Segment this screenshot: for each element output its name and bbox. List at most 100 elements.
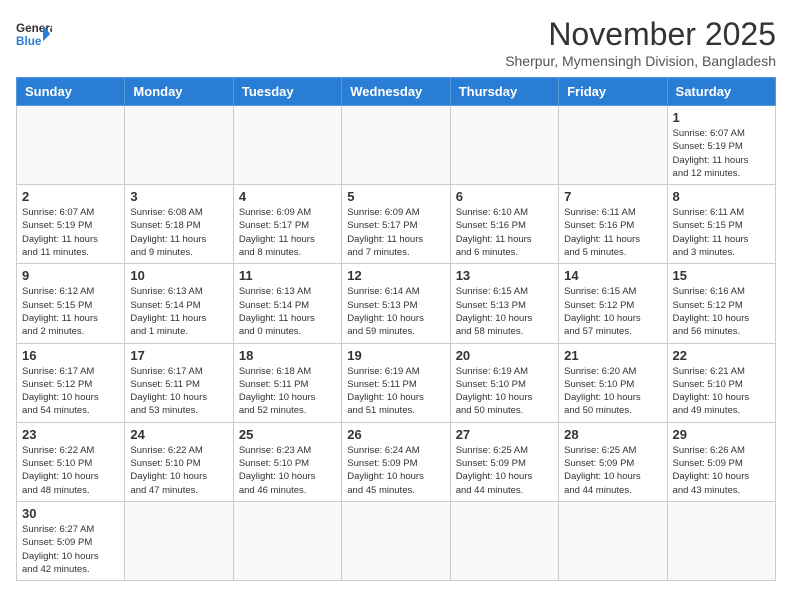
weekday-header-row: SundayMondayTuesdayWednesdayThursdayFrid… [17,78,776,106]
calendar-table: SundayMondayTuesdayWednesdayThursdayFrid… [16,77,776,581]
calendar-cell: 11Sunrise: 6:13 AM Sunset: 5:14 PM Dayli… [233,264,341,343]
day-number: 30 [22,506,119,521]
day-number: 29 [673,427,770,442]
calendar-week-row: 1Sunrise: 6:07 AM Sunset: 5:19 PM Daylig… [17,106,776,185]
day-info: Sunrise: 6:08 AM Sunset: 5:18 PM Dayligh… [130,206,227,259]
day-info: Sunrise: 6:09 AM Sunset: 5:17 PM Dayligh… [347,206,444,259]
calendar-cell: 2 Sunrise: 6:07 AM Sunset: 5:19 PM Daylig… [17,185,125,264]
calendar-cell: 15 Sunrise: 6:16 AM Sunset: 5:12 PM Dayli… [667,264,775,343]
day-info: Sunrise: 6:10 AM Sunset: 5:16 PM Dayligh… [456,206,553,259]
logo: General Blue [16,16,52,52]
day-info: Sunrise: 6:16 AM Sunset: 5:12 PM Dayligh… [673,285,770,338]
day-info: Sunrise: 6:20 AM Sunset: 5:10 PM Dayligh… [564,365,661,418]
weekday-header-wednesday: Wednesday [342,78,450,106]
day-number: 4 [239,189,336,204]
day-info: Sunrise: 6:27 AM Sunset: 5:09 PM Dayligh… [22,523,119,576]
weekday-header-sunday: Sunday [17,78,125,106]
day-info: Sunrise: 6:26 AM Sunset: 5:09 PM Dayligh… [673,444,770,497]
calendar-cell: 27Sunrise: 6:25 AM Sunset: 5:09 PM Dayli… [450,422,558,501]
day-info: Sunrise: 6:07 AM Sunset: 5:19 PM Dayligh… [22,206,119,259]
calendar-cell [450,106,558,185]
day-info: Sunrise: 6:22 AM Sunset: 5:10 PM Dayligh… [130,444,227,497]
calendar-cell: 24 Sunrise: 6:22 AM Sunset: 5:10 PM Dayli… [125,422,233,501]
calendar-cell: 23Sunrise: 6:22 AM Sunset: 5:10 PM Dayli… [17,422,125,501]
day-info: Sunrise: 6:13 AM Sunset: 5:14 PM Dayligh… [130,285,227,338]
day-number: 8 [673,189,770,204]
day-info: Sunrise: 6:19 AM Sunset: 5:10 PM Dayligh… [456,365,553,418]
weekday-header-thursday: Thursday [450,78,558,106]
day-info: Sunrise: 6:24 AM Sunset: 5:09 PM Dayligh… [347,444,444,497]
calendar-cell: 19Sunrise: 6:19 AM Sunset: 5:11 PM Dayli… [342,343,450,422]
day-number: 17 [130,348,227,363]
calendar-cell: 22Sunrise: 6:21 AM Sunset: 5:10 PM Dayli… [667,343,775,422]
calendar-cell [342,501,450,580]
calendar-cell: 12 Sunrise: 6:14 AM Sunset: 5:13 PM Dayli… [342,264,450,343]
day-number: 11 [239,268,336,283]
calendar-cell [559,106,667,185]
calendar-cell: 5 Sunrise: 6:09 AM Sunset: 5:17 PM Daylig… [342,185,450,264]
page-header: General Blue November 2025 Sherpur, Myme… [16,16,776,69]
calendar-cell [125,501,233,580]
day-number: 27 [456,427,553,442]
calendar-cell: 14Sunrise: 6:15 AM Sunset: 5:12 PM Dayli… [559,264,667,343]
calendar-cell [667,501,775,580]
day-info: Sunrise: 6:23 AM Sunset: 5:10 PM Dayligh… [239,444,336,497]
calendar-cell [233,501,341,580]
day-info: Sunrise: 6:17 AM Sunset: 5:12 PM Dayligh… [22,365,119,418]
subtitle: Sherpur, Mymensingh Division, Bangladesh [505,53,776,69]
calendar-cell: 21 Sunrise: 6:20 AM Sunset: 5:10 PM Dayli… [559,343,667,422]
day-number: 1 [673,110,770,125]
day-number: 3 [130,189,227,204]
calendar-cell: 25Sunrise: 6:23 AM Sunset: 5:10 PM Dayli… [233,422,341,501]
calendar-cell: 20Sunrise: 6:19 AM Sunset: 5:10 PM Dayli… [450,343,558,422]
day-number: 15 [673,268,770,283]
day-number: 16 [22,348,119,363]
calendar-cell: 1Sunrise: 6:07 AM Sunset: 5:19 PM Daylig… [667,106,775,185]
day-info: Sunrise: 6:09 AM Sunset: 5:17 PM Dayligh… [239,206,336,259]
day-number: 7 [564,189,661,204]
calendar-cell [233,106,341,185]
calendar-cell [125,106,233,185]
calendar-cell: 13 Sunrise: 6:15 AM Sunset: 5:13 PM Dayli… [450,264,558,343]
calendar-cell: 8 Sunrise: 6:11 AM Sunset: 5:15 PM Daylig… [667,185,775,264]
logo-icon: General Blue [16,16,52,52]
day-number: 5 [347,189,444,204]
calendar-cell: 29 Sunrise: 6:26 AM Sunset: 5:09 PM Dayli… [667,422,775,501]
calendar-week-row: 23 Sunrise: 6:22 AM Sunset: 5:10 PM Dayli… [17,422,776,501]
calendar-cell: 16 Sunrise: 6:17 AM Sunset: 5:12 PM Dayli… [17,343,125,422]
day-number: 21 [564,348,661,363]
day-number: 12 [347,268,444,283]
calendar-cell: 7Sunrise: 6:11 AM Sunset: 5:16 PM Daylig… [559,185,667,264]
day-number: 24 [130,427,227,442]
weekday-header-saturday: Saturday [667,78,775,106]
calendar-cell [559,501,667,580]
day-info: Sunrise: 6:15 AM Sunset: 5:12 PM Dayligh… [564,285,661,338]
day-info: Sunrise: 6:17 AM Sunset: 5:11 PM Dayligh… [130,365,227,418]
day-info: Sunrise: 6:14 AM Sunset: 5:13 PM Dayligh… [347,285,444,338]
calendar-cell [17,106,125,185]
calendar-header: SundayMondayTuesdayWednesdayThursdayFrid… [17,78,776,106]
title-block: November 2025 Sherpur, Mymensingh Divisi… [505,16,776,69]
calendar-cell: 6 Sunrise: 6:10 AM Sunset: 5:16 PM Daylig… [450,185,558,264]
calendar-week-row: 2 Sunrise: 6:07 AM Sunset: 5:19 PM Daylig… [17,185,776,264]
day-info: Sunrise: 6:11 AM Sunset: 5:15 PM Dayligh… [673,206,770,259]
day-number: 28 [564,427,661,442]
day-number: 22 [673,348,770,363]
day-number: 6 [456,189,553,204]
day-info: Sunrise: 6:25 AM Sunset: 5:09 PM Dayligh… [564,444,661,497]
calendar-cell: 10 Sunrise: 6:13 AM Sunset: 5:14 PM Dayli… [125,264,233,343]
day-info: Sunrise: 6:19 AM Sunset: 5:11 PM Dayligh… [347,365,444,418]
calendar-cell: 30 Sunrise: 6:27 AM Sunset: 5:09 PM Dayli… [17,501,125,580]
calendar-cell: 3 Sunrise: 6:08 AM Sunset: 5:18 PM Daylig… [125,185,233,264]
day-number: 10 [130,268,227,283]
day-number: 13 [456,268,553,283]
calendar-cell: 28 Sunrise: 6:25 AM Sunset: 5:09 PM Dayli… [559,422,667,501]
day-info: Sunrise: 6:15 AM Sunset: 5:13 PM Dayligh… [456,285,553,338]
day-number: 2 [22,189,119,204]
calendar-week-row: 9Sunrise: 6:12 AM Sunset: 5:15 PM Daylig… [17,264,776,343]
day-number: 9 [22,268,119,283]
calendar-cell [450,501,558,580]
day-number: 23 [22,427,119,442]
calendar-cell: 9Sunrise: 6:12 AM Sunset: 5:15 PM Daylig… [17,264,125,343]
weekday-header-tuesday: Tuesday [233,78,341,106]
